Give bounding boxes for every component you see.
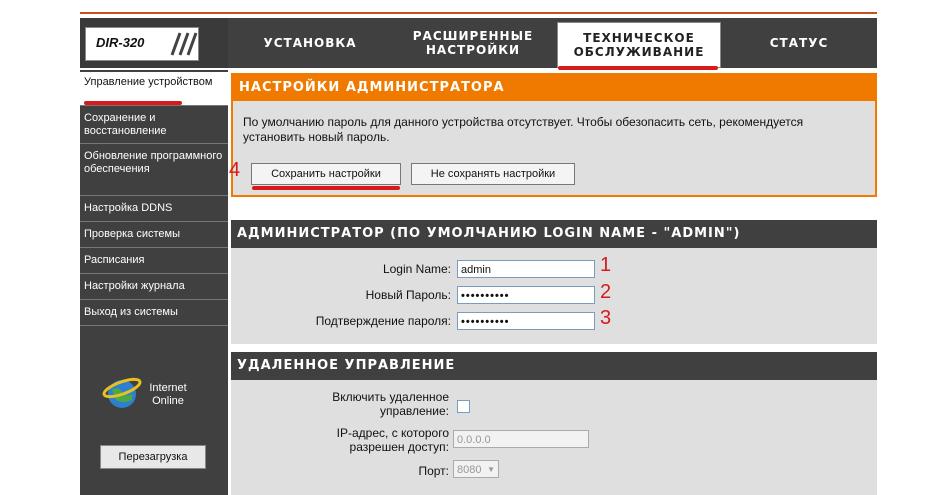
enable-remote-checkbox[interactable] (457, 400, 470, 413)
sidebar-item-logout[interactable]: Выход из системы (80, 302, 228, 326)
sidebar-item-label: Управление устройством (84, 76, 213, 88)
annotation-number-1: 1 (600, 254, 612, 276)
slash-logo-icon (170, 32, 198, 56)
port-value: 8080 (457, 464, 482, 476)
sidebar-item-label: Расписания (84, 254, 145, 266)
annotation-number-4: 4 (229, 159, 241, 181)
tab-status[interactable]: СТАТУС (721, 18, 877, 68)
model-name: DIR-320 (96, 35, 145, 50)
dont-save-settings-button[interactable]: Не сохранять настройки (411, 163, 575, 185)
sidebar-item-label: Выход из системы (84, 306, 178, 318)
confirm-password-input[interactable]: •••••••••• (457, 312, 595, 330)
annotation-underline-tab (558, 66, 718, 70)
top-accent-line (80, 12, 877, 14)
port-label: Порт: (418, 464, 449, 478)
sidebar-item-schedules[interactable]: Расписания (80, 250, 228, 274)
remote-management-title: УДАЛЕННОЕ УПРАВЛЕНИЕ (237, 358, 456, 373)
enable-remote-label: Включить удаленное управление: (332, 390, 449, 418)
confirm-password-label: Подтверждение пароля: (315, 314, 451, 328)
sidebar-item-backup[interactable]: Сохранение и восстановление (80, 108, 228, 144)
login-name-input[interactable]: admin (457, 260, 595, 278)
sidebar-item-label: Обновление программного обеспечения (84, 150, 223, 175)
reboot-button[interactable]: Перезагрузка (100, 445, 206, 469)
administrator-panel: Login Name: admin Новый Пароль: ••••••••… (231, 248, 877, 344)
sidebar-item-log-settings[interactable]: Настройки журнала (80, 276, 228, 300)
sidebar-item-label: Сохранение и восстановление (84, 112, 167, 137)
sidebar-item-ddns[interactable]: Настройка DDNS (80, 198, 228, 222)
remote-management-header: УДАЛЕННОЕ УПРАВЛЕНИЕ (231, 352, 877, 380)
tab-advanced[interactable]: РАСШИРЕННЫЕ НАСТРОЙКИ (392, 18, 554, 68)
sidebar-item-system-check[interactable]: Проверка системы (80, 224, 228, 248)
new-password-input[interactable]: •••••••••• (457, 286, 595, 304)
logo-area: DIR-320 (80, 18, 228, 68)
allowed-ip-input[interactable]: 0.0.0.0 (453, 430, 589, 448)
sidebar-item-label: Настройка DDNS (84, 202, 173, 214)
chevron-down-icon: ▼ (487, 465, 495, 474)
annotation-number-2: 2 (600, 281, 612, 303)
internet-status: Internet Online (149, 382, 187, 407)
sidebar-item-label: Настройки журнала (84, 280, 185, 292)
sidebar-item-label: Проверка системы (84, 228, 180, 240)
annotation-underline-sidebar (84, 101, 182, 105)
tab-maintenance[interactable]: ТЕХНИЧЕСКОЕ ОБСЛУЖИВАНИЕ (557, 22, 721, 68)
port-select[interactable]: 8080 ▼ (453, 460, 499, 478)
sidebar: Управление устройством Сохранение и восс… (80, 70, 228, 495)
administrator-header: АДМИНИСТРАТОР (ПО УМОЛЧАНИЮ LOGIN NAME -… (231, 220, 877, 248)
model-logo: DIR-320 (85, 27, 199, 61)
remote-management-panel: Включить удаленное управление: IP-адрес,… (231, 380, 877, 495)
annotation-number-3: 3 (600, 307, 612, 329)
login-name-label: Login Name: (382, 262, 451, 276)
sidebar-item-firmware[interactable]: Обновление программного обеспечения (80, 146, 228, 196)
admin-settings-header: НАСТРОЙКИ АДМИНИСТРАТОРА (231, 73, 877, 101)
admin-settings-panel: По умолчанию пароль для данного устройст… (231, 101, 877, 197)
new-password-label: Новый Пароль: (365, 288, 451, 302)
admin-settings-title: НАСТРОЙКИ АДМИНИСТРАТОРА (239, 80, 505, 95)
allowed-ip-label: IP-адрес, с которого разрешен доступ: (336, 426, 449, 454)
save-settings-button[interactable]: Сохранить настройки (251, 163, 401, 185)
administrator-title: АДМИНИСТРАТОР (ПО УМОЛЧАНИЮ LOGIN NAME -… (237, 226, 741, 241)
annotation-underline-save (252, 186, 400, 190)
internet-globe-icon (102, 377, 142, 408)
header-bar: DIR-320 УСТАНОВКА РАСШИРЕННЫЕ НАСТРОЙКИ … (80, 18, 877, 68)
tab-setup[interactable]: УСТАНОВКА (230, 18, 390, 68)
admin-settings-description: По умолчанию пароль для данного устройст… (243, 115, 804, 144)
